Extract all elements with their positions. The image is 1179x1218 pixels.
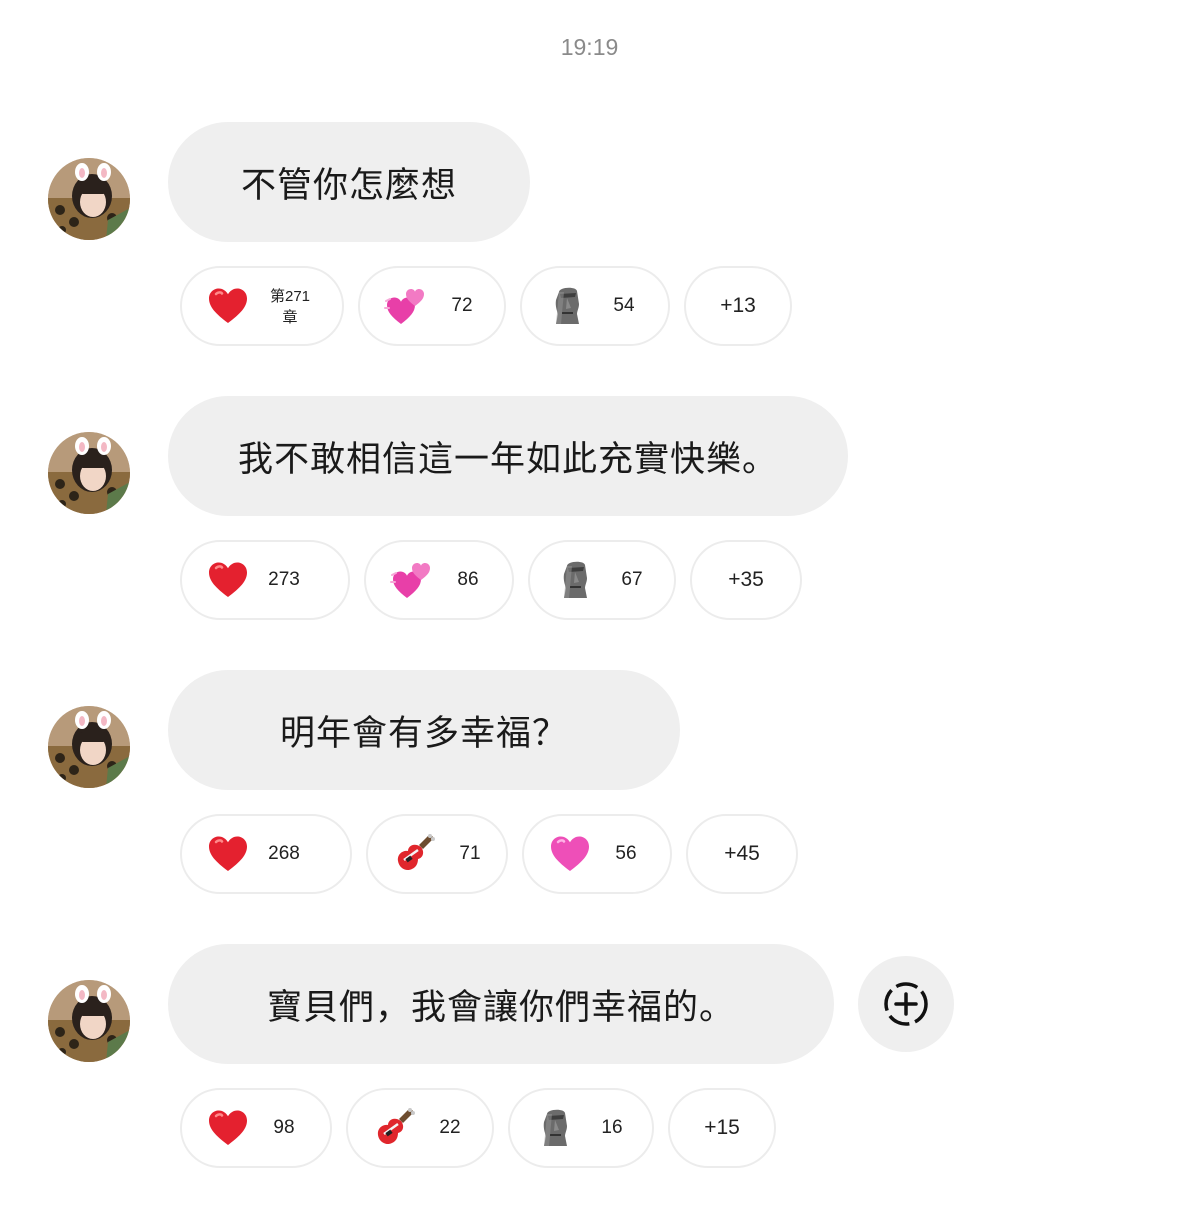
reaction-count: 273: [268, 569, 300, 590]
reaction-two-hearts[interactable]: 86: [364, 540, 514, 620]
moai-icon: [534, 1106, 578, 1150]
message-bubble[interactable]: 寶貝們，我會讓你們幸福的。: [168, 944, 834, 1064]
reaction-count: 第271章: [269, 288, 311, 326]
message-row: 我不敢相信這一年如此充實快樂。 273 86 67 +35: [0, 396, 1179, 670]
reaction-bar: 第271章 72 54 +13: [180, 266, 792, 348]
message-row: 寶貝們，我會讓你們幸福的。 98 22 16 +15: [0, 944, 1179, 1218]
more-reactions-count: +45: [724, 842, 760, 865]
reaction-bar: 273 86 67 +35: [180, 540, 802, 622]
reaction-moai[interactable]: 54: [520, 266, 670, 346]
reaction-moai[interactable]: 16: [508, 1088, 654, 1168]
more-reactions-button[interactable]: +45: [686, 814, 798, 894]
reaction-heart[interactable]: 268: [180, 814, 352, 894]
moai-icon: [546, 284, 590, 328]
reaction-count: 72: [451, 295, 473, 316]
reaction-moai[interactable]: 67: [528, 540, 676, 620]
heart-icon: [206, 558, 250, 602]
heart-icon: [206, 1106, 250, 1150]
reaction-count: 86: [457, 569, 479, 590]
heart-icon: [206, 284, 250, 328]
guitar-icon: [372, 1106, 416, 1150]
more-reactions-count: +35: [728, 568, 764, 591]
reaction-bar: 98 22 16 +15: [180, 1088, 776, 1170]
guitar-icon: [392, 832, 436, 876]
reaction-heart[interactable]: 第271章: [180, 266, 344, 346]
reaction-count: 54: [613, 295, 635, 316]
reaction-guitar[interactable]: 22: [346, 1088, 494, 1168]
avatar[interactable]: [48, 432, 130, 514]
reaction-count: 98: [273, 1117, 295, 1138]
reaction-heart[interactable]: 273: [180, 540, 350, 620]
reaction-guitar[interactable]: 71: [366, 814, 508, 894]
message-bubble[interactable]: 明年會有多幸福？: [168, 670, 680, 790]
avatar[interactable]: [48, 158, 130, 240]
moai-icon: [554, 558, 598, 602]
reaction-count: 71: [459, 843, 481, 864]
message-bubble[interactable]: 不管你怎麼想: [168, 122, 530, 242]
avatar[interactable]: [48, 980, 130, 1062]
more-reactions-count: +13: [720, 294, 756, 317]
two-hearts-icon: [390, 558, 434, 602]
reaction-heart[interactable]: 98: [180, 1088, 332, 1168]
message-bubble[interactable]: 我不敢相信這一年如此充實快樂。: [168, 396, 848, 516]
heart-icon: [206, 832, 250, 876]
reaction-bar: 268 71 56 +45: [180, 814, 798, 896]
avatar[interactable]: [48, 706, 130, 788]
reaction-count: 16: [601, 1117, 623, 1138]
more-reactions-button[interactable]: +13: [684, 266, 792, 346]
message-timestamp: 19:19: [560, 34, 619, 60]
message-row: 明年會有多幸福？ 268 71 56 +45: [0, 670, 1179, 944]
more-reactions-count: +15: [704, 1116, 740, 1139]
message-row: 不管你怎麼想 第271章 72 54 +13: [0, 122, 1179, 396]
reaction-count: 56: [615, 843, 637, 864]
add-reaction-button[interactable]: [858, 956, 954, 1052]
reaction-count: 268: [268, 843, 300, 864]
two-hearts-icon: [384, 284, 428, 328]
add-reaction-icon: [884, 982, 928, 1026]
reaction-pink-heart[interactable]: 56: [522, 814, 672, 894]
reaction-count: 67: [621, 569, 643, 590]
reaction-two-hearts[interactable]: 72: [358, 266, 506, 346]
more-reactions-button[interactable]: +35: [690, 540, 802, 620]
pink-heart-icon: [548, 832, 592, 876]
more-reactions-button[interactable]: +15: [668, 1088, 776, 1168]
reaction-count: 22: [439, 1117, 461, 1138]
